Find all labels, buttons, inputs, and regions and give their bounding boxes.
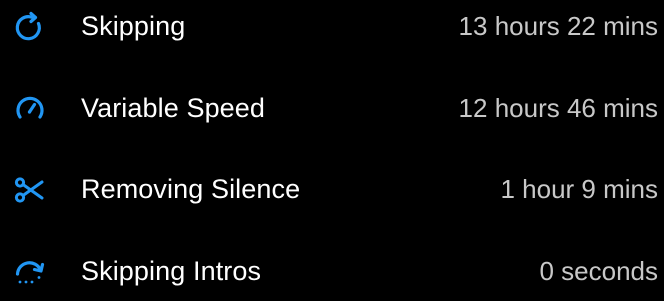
time-saved-list: Skipping 13 hours 22 mins Variable Speed… [0,0,664,294]
stat-value: 1 hour 9 mins [500,173,658,204]
skip-icon [13,10,47,44]
speedometer-icon [13,92,47,126]
stat-value: 13 hours 22 mins [458,10,658,41]
stat-label: Removing Silence [81,173,301,204]
stat-row-variable-speed: Variable Speed 12 hours 46 mins [0,78,664,138]
scissors-icon [13,173,47,207]
stat-row-skipping-intros: Skipping Intros 0 seconds [0,241,664,301]
skip-intro-icon [13,255,47,289]
stat-row-removing-silence: Removing Silence 1 hour 9 mins [0,159,664,219]
stat-label: Skipping [81,10,186,41]
stat-label: Skipping Intros [81,255,262,286]
stat-row-skipping: Skipping 13 hours 22 mins [0,0,664,56]
stat-value: 12 hours 46 mins [458,92,658,123]
stat-value: 0 seconds [539,255,658,286]
stat-label: Variable Speed [81,92,266,123]
